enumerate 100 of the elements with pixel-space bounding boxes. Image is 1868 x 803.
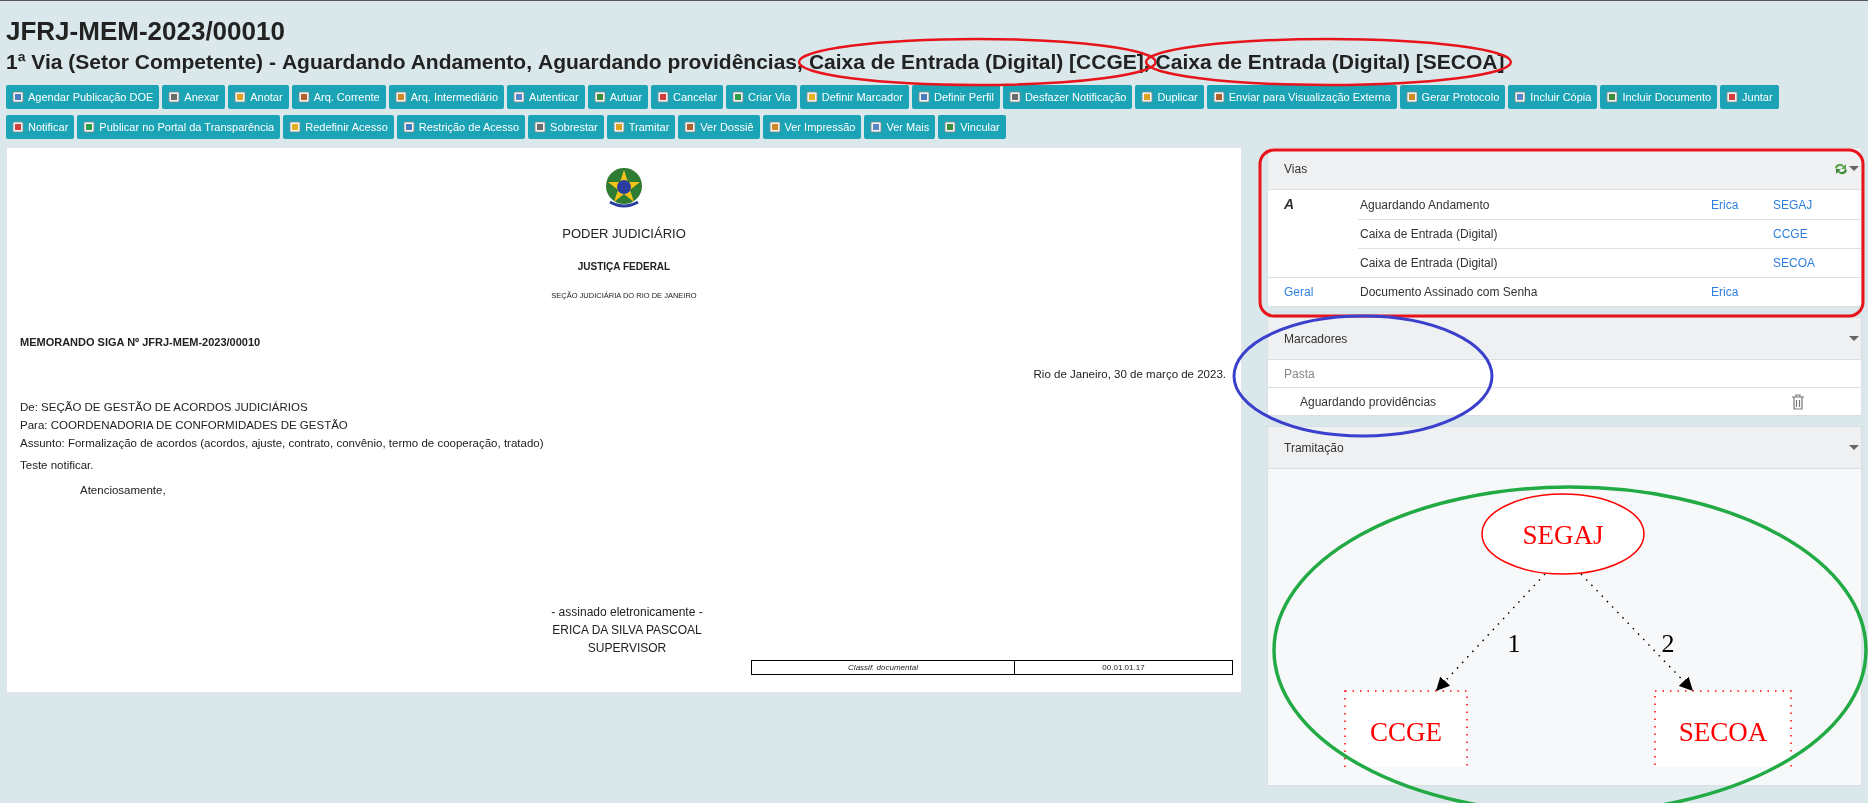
signature-line: - assinado eletronicamente - bbox=[551, 604, 703, 621]
memo-title: MEMORANDO SIGA Nº JFRJ-MEM-2023/00010 bbox=[20, 334, 262, 350]
document-icon bbox=[12, 91, 24, 103]
via-letter: A bbox=[1284, 196, 1295, 212]
toolbar-button[interactable]: Gerar Protocolo bbox=[1399, 85, 1506, 109]
document-icon bbox=[289, 121, 302, 133]
toolbar-button[interactable]: Redefinir Acesso bbox=[283, 115, 394, 139]
document-icon bbox=[1008, 91, 1021, 103]
person-link[interactable]: Erica bbox=[1711, 197, 1739, 212]
toolbar-button[interactable]: Desfazer Notificação bbox=[1002, 85, 1133, 109]
document-icon bbox=[657, 91, 670, 103]
toolbar-button[interactable]: Autenticar bbox=[507, 85, 585, 109]
panel-title: Tramitação bbox=[1284, 439, 1345, 457]
document-icon bbox=[684, 121, 697, 133]
memo-line: Para: COORDENADORIA DE CONFORMIDADES DE GESTÃO bbox=[20, 417, 349, 433]
memo-line: Assunto: Formalização de acordos (acordos, ajuste, contrato, convênio, termo de cooperação, tratado) bbox=[20, 435, 545, 451]
document-icon bbox=[12, 121, 24, 133]
node-label: SEGAJ bbox=[1522, 520, 1604, 550]
document-icon bbox=[805, 91, 818, 103]
document-icon bbox=[944, 121, 957, 133]
person-link[interactable]: Erica bbox=[1711, 285, 1739, 299]
toolbar-button[interactable]: Tramitar bbox=[606, 115, 676, 139]
document-icon bbox=[234, 91, 247, 103]
toolbar-button[interactable]: Restrição de Acesso bbox=[396, 115, 526, 139]
document-icon bbox=[534, 121, 547, 133]
toolbar-button[interactable]: Arq. Corrente bbox=[291, 85, 386, 109]
memo-closing: Atenciosamente, bbox=[79, 482, 167, 498]
via-link[interactable]: Geral bbox=[1284, 285, 1314, 299]
toolbar-button[interactable]: Vincular bbox=[938, 115, 1006, 139]
panel-title: Marcadores bbox=[1284, 330, 1349, 348]
header-text: JUSTIÇA FEDERAL bbox=[577, 259, 671, 274]
toolbar-button[interactable]: Anexar bbox=[162, 85, 226, 109]
toolbar-button[interactable]: Criar Via bbox=[726, 85, 797, 109]
status-item: Caixa de Entrada (Digital) [SECOA] bbox=[1155, 50, 1505, 73]
via-label: 1ª Via (Setor Competente) - bbox=[6, 49, 276, 75]
document-icon bbox=[1606, 91, 1619, 103]
edge-label: 2 bbox=[1661, 629, 1675, 658]
node-label: SECOA bbox=[1678, 717, 1768, 747]
toolbar-button[interactable]: Enviar para Visualização Externa bbox=[1206, 85, 1397, 109]
document-icon bbox=[83, 121, 96, 133]
star-emblem-icon bbox=[604, 166, 644, 210]
signature-line: SUPERVISOR bbox=[587, 640, 667, 657]
toolbar-button[interactable]: Duplicar bbox=[1135, 85, 1204, 109]
classification-value: 00.01.01.17 bbox=[1101, 661, 1146, 674]
toolbar-button[interactable]: Anotar bbox=[228, 85, 289, 109]
document-icon bbox=[402, 121, 415, 133]
memo-body: Teste notificar. bbox=[20, 457, 95, 473]
toolbar-button[interactable]: Incluir Cópia bbox=[1508, 85, 1598, 109]
document-icon bbox=[1514, 91, 1527, 103]
document-icon bbox=[1405, 91, 1418, 103]
document-icon bbox=[297, 91, 310, 103]
via-event: Caixa de Entrada (Digital) bbox=[1360, 227, 1498, 241]
document-icon bbox=[513, 91, 526, 103]
via-event: Caixa de Entrada (Digital) bbox=[1360, 256, 1498, 270]
toolbar-button[interactable]: Juntar bbox=[1720, 85, 1779, 109]
toolbar-button[interactable]: Agendar Publicação DOE bbox=[6, 85, 160, 109]
toolbar-button[interactable]: Incluir Documento bbox=[1600, 85, 1718, 109]
toolbar-button[interactable]: Ver Dossiê bbox=[678, 115, 760, 139]
toolbar-button[interactable]: Definir Perfil bbox=[912, 85, 1000, 109]
toolbar-button[interactable]: Cancelar bbox=[651, 85, 724, 109]
signature-line: ERICA DA SILVA PASCOAL bbox=[552, 622, 702, 639]
memo-date: Rio de Janeiro, 30 de março de 2023. bbox=[1033, 367, 1226, 383]
caret-icon bbox=[1849, 336, 1859, 341]
toolbar-button[interactable]: Definir Marcador bbox=[799, 85, 909, 109]
toolbar-button[interactable]: Notificar bbox=[6, 115, 75, 139]
document-icon bbox=[612, 121, 625, 133]
document-icon bbox=[1212, 91, 1225, 103]
document-icon bbox=[918, 91, 930, 103]
unit-link[interactable]: CCGE bbox=[1773, 227, 1808, 241]
header-text: PODER JUDICIÁRIO bbox=[562, 225, 686, 243]
document-icon bbox=[593, 91, 606, 103]
group-label: Pasta bbox=[1284, 365, 1315, 383]
refresh-icon bbox=[1833, 161, 1849, 176]
caret-icon bbox=[1849, 166, 1859, 171]
toolbar-button[interactable]: Publicar no Portal da Transparência bbox=[77, 115, 281, 139]
trash-icon[interactable] bbox=[1791, 393, 1805, 410]
unit-link[interactable]: SEGAJ bbox=[1773, 197, 1813, 212]
toolbar-button[interactable]: Autuar bbox=[587, 85, 649, 109]
panel-title: Vias bbox=[1284, 160, 1309, 178]
edge-label: 1 bbox=[1507, 629, 1521, 658]
classification-label: Classif. documental bbox=[752, 661, 1015, 674]
document-icon bbox=[870, 121, 883, 133]
via-event: Aguardando Andamento bbox=[1360, 197, 1490, 212]
toolbar-button[interactable]: Arq. Intermediário bbox=[388, 85, 505, 109]
via-event: Documento Assinado com Senha bbox=[1360, 285, 1538, 299]
document-icon bbox=[768, 121, 781, 133]
document-icon bbox=[394, 91, 407, 103]
node-label: CCGE bbox=[1370, 717, 1442, 747]
document-icon bbox=[168, 91, 181, 103]
document-icon bbox=[1141, 91, 1154, 103]
toolbar-button[interactable]: Ver Impressão bbox=[762, 115, 862, 139]
status-item: Aguardando Andamento, bbox=[281, 50, 532, 73]
document-code: JFRJ-MEM-2023/00010 bbox=[6, 15, 286, 47]
memo-line: De: SEÇÃO DE GESTÃO DE ACORDOS JUDICIÁRIOS bbox=[20, 399, 309, 415]
toolbar-button[interactable]: Sobrestar bbox=[528, 115, 604, 139]
caret-icon bbox=[1849, 445, 1859, 450]
unit-link[interactable]: SECOA bbox=[1773, 256, 1815, 270]
document-icon bbox=[1726, 91, 1739, 103]
document-icon bbox=[732, 91, 745, 103]
toolbar-button[interactable]: Ver Mais bbox=[864, 115, 936, 139]
